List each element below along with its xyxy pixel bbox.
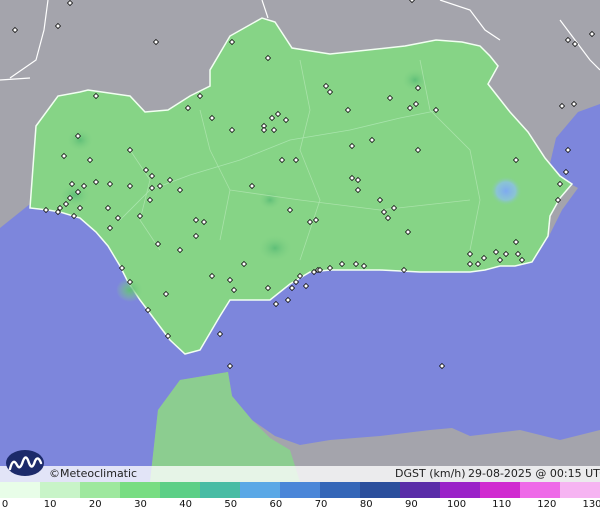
brand-name: Meteoclimatic [60,467,138,480]
scale-tick-label: 80 [359,499,373,510]
color-scale-swatch [480,482,521,498]
gust-area [257,234,293,262]
color-scale-bar [0,482,600,498]
scale-tick-label: 10 [43,499,57,510]
scale-tick-label: 100 [446,499,467,510]
scale-tick-label: 0 [1,499,9,510]
scale-tick-label: 110 [492,499,512,510]
meteoclimatic-logo-icon [6,450,44,476]
variable-label: DGST (km/h) [395,467,466,480]
copyright-symbol: © [49,467,60,480]
color-scale-swatch [40,482,81,498]
color-scale: 0 10 20 30 40 50 60 70 80 90 100 110 120 130 [0,482,600,517]
info-bar: © Meteoclimatic DGST (km/h) 29-08-2025 @… [0,466,600,482]
scale-tick-label: 70 [314,499,328,510]
gust-area [66,128,94,152]
scale-tick-label: 50 [224,499,238,510]
color-scale-swatch [80,482,121,498]
scale-tick-label: 60 [269,499,283,510]
color-scale-swatch [440,482,481,498]
color-scale-swatch [240,482,281,498]
scale-tick-label: 120 [537,499,557,510]
color-scale-swatch [160,482,201,498]
color-scale-swatch [400,482,441,498]
color-scale-swatch [360,482,401,498]
high-gust-area [490,176,522,206]
color-scale-swatch [320,482,361,498]
gust-area [401,68,429,92]
gust-area [258,190,282,210]
color-scale-ticks: 0 10 20 30 40 50 60 70 80 90 100 110 120 130 [0,499,600,517]
wind-gust-map [0,0,600,482]
color-scale-swatch [280,482,321,498]
color-scale-swatch [200,482,241,498]
color-scale-swatch [560,482,600,498]
timestamp: 29-08-2025 @ 00:15 UTC [468,467,600,480]
scale-tick-label: 40 [179,499,192,510]
color-scale-swatch [0,482,41,498]
color-scale-swatch [520,482,561,498]
scale-tick-label: 90 [405,499,418,510]
color-scale-swatch [120,482,161,498]
scale-tick-label: 130 [582,499,600,510]
scale-tick-label: 30 [134,499,147,510]
scale-tick-label: 20 [88,499,102,510]
